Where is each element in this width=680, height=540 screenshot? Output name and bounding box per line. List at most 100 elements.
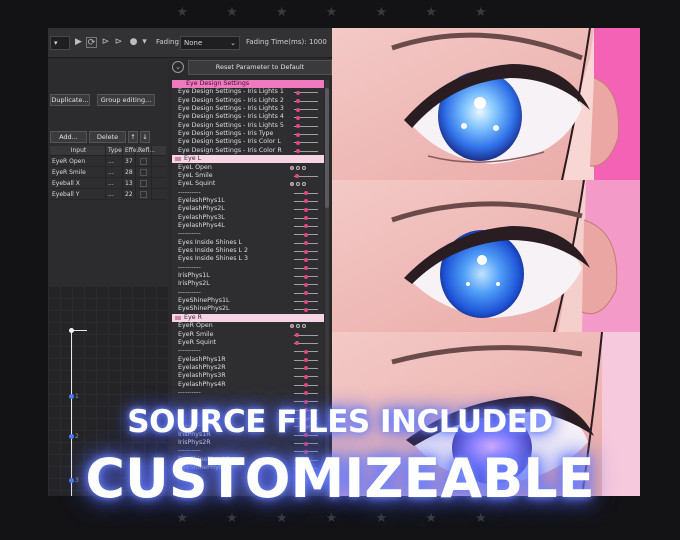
slider-knob[interactable] [304,241,308,246]
parameter-slider[interactable] [294,333,318,337]
move-up-button[interactable]: ↑ [128,131,138,143]
parameter-row[interactable]: ---------- [172,347,324,355]
parameter-slider[interactable] [294,358,318,363]
slider-knob[interactable] [296,115,300,120]
slider-knob[interactable] [304,266,308,271]
reflect-checkbox[interactable] [140,158,147,165]
parameter-row[interactable]: Eyes Inside Shines L [172,239,324,247]
parameter-row[interactable]: EyeR Smile [172,331,324,339]
parameter-slider[interactable] [294,90,318,95]
parameter-slider[interactable] [294,257,318,262]
parameter-slider[interactable] [294,274,318,279]
parameter-slider[interactable] [294,174,318,179]
parameter-row[interactable]: Eye Design Settings - Iris Lights 1 [172,88,324,96]
column-reflect[interactable]: Refl... [136,146,155,155]
parameter-slider[interactable] [294,224,318,229]
parameter-slider[interactable] [294,199,318,204]
slider-knob[interactable] [304,257,308,262]
parameter-row[interactable]: IrisPhys2L [172,280,324,288]
parameter-group-header[interactable]: Eye Design Settings [172,80,324,89]
slider-knob[interactable] [304,249,308,254]
parameter-row[interactable]: ---------- [172,389,324,397]
parameter-row[interactable]: EyelashPhys2R [172,364,324,372]
parameter-row[interactable]: Eye Design Settings - Iris Color R [172,147,324,155]
parameter-row[interactable]: EyeL Squint [172,180,324,188]
parameter-slider[interactable] [294,266,318,271]
slider-knob[interactable] [295,174,299,179]
parameter-row[interactable]: EyeL Smile [172,172,324,180]
keyform-dot[interactable] [296,165,300,170]
parameter-row[interactable]: ---------- [172,264,324,272]
play-icon[interactable]: ▶ [73,37,84,48]
parameter-row[interactable]: Eye Design Settings - Iris Lights 2 [172,97,324,105]
slider-knob[interactable] [304,349,308,354]
slider-knob[interactable] [304,282,308,287]
table-row[interactable]: Eyeball Y ... 22 [50,189,166,200]
reset-parameter-button[interactable]: Reset Parameter to Default [188,60,332,75]
parameter-slider[interactable] [294,207,318,212]
parameter-group[interactable]: Eye L [172,155,324,164]
parameter-slider[interactable] [294,115,318,120]
slider-knob[interactable] [304,299,308,304]
row-effect[interactable]: 13 [123,178,136,188]
keyform-dot[interactable] [290,165,294,170]
keyform-dot[interactable] [296,324,300,329]
slider-knob[interactable] [296,99,300,104]
slider-knob[interactable] [304,216,308,221]
loop-icon[interactable]: ⟳ [86,37,97,48]
delete-button[interactable]: Delete [89,131,126,143]
duplicate-button[interactable]: Duplicate... [50,94,90,106]
keyform-dot[interactable] [290,324,294,329]
slider-knob[interactable] [295,341,299,346]
reflect-checkbox[interactable] [140,169,147,176]
parameter-slider[interactable] [294,374,318,379]
slider-knob[interactable] [304,232,308,237]
column-input[interactable]: Input [50,146,106,155]
slider-knob[interactable] [304,207,308,212]
parameter-slider[interactable] [294,124,318,129]
fading-select[interactable]: None ⌄ [180,36,240,50]
slider-knob[interactable] [304,291,308,296]
slider-knob[interactable] [304,224,308,229]
table-row[interactable]: Eyeball X ... 13 [50,178,166,189]
row-type[interactable]: ... [106,189,123,199]
column-effect[interactable]: Effe... [123,146,142,155]
table-row[interactable]: EyeR Smile ... 28 [50,167,166,178]
row-type[interactable]: ... [106,178,123,188]
parameter-scroll-thumb[interactable] [325,88,329,208]
slider-knob[interactable] [304,199,308,204]
parameter-row[interactable]: Eye Design Settings - Iris Lights 5 [172,122,324,130]
group-editing-button[interactable]: Group editing... [97,94,155,106]
parameter-slider[interactable] [294,107,318,112]
parameter-row[interactable]: EyelashPhys2L [172,205,324,213]
parameter-slider[interactable] [294,383,318,388]
slider-knob[interactable] [296,90,300,95]
record-options-icon[interactable]: ▾ [139,37,150,48]
record-icon[interactable]: ● [128,37,139,48]
parameter-row[interactable]: Eye Design Settings - Iris Type [172,130,324,138]
slider-knob[interactable] [304,441,308,446]
collapse-icon[interactable]: ⌄ [172,61,184,73]
keyform-dot[interactable] [302,165,306,170]
parameter-slider[interactable] [294,349,318,354]
parameter-row[interactable]: Eye Design Settings - Iris Lights 4 [172,113,324,121]
parameter-row[interactable]: EyelashPhys1R [172,356,324,364]
row-effect[interactable]: 28 [123,167,136,177]
parameter-row[interactable]: ---------- [172,230,324,238]
fading-time-value[interactable]: 1000 [309,38,327,46]
parameter-row[interactable]: Eye Design Settings - Iris Color L [172,138,324,146]
parameter-slider[interactable] [294,341,318,346]
slider-knob[interactable] [296,140,300,145]
parameter-slider[interactable] [294,282,318,287]
row-type[interactable]: ... [106,167,123,177]
parameter-row[interactable]: EyelashPhys3R [172,372,324,380]
parameter-slider[interactable] [294,399,318,404]
parameter-row[interactable]: IrisPhys1L [172,272,324,280]
parameter-slider[interactable] [294,249,318,254]
slider-knob[interactable] [296,107,300,112]
row-effect[interactable]: 22 [123,189,136,199]
reflect-checkbox[interactable] [140,180,147,187]
curve-point[interactable] [69,328,74,333]
slider-knob[interactable] [304,307,308,312]
reflect-checkbox[interactable] [140,191,147,198]
